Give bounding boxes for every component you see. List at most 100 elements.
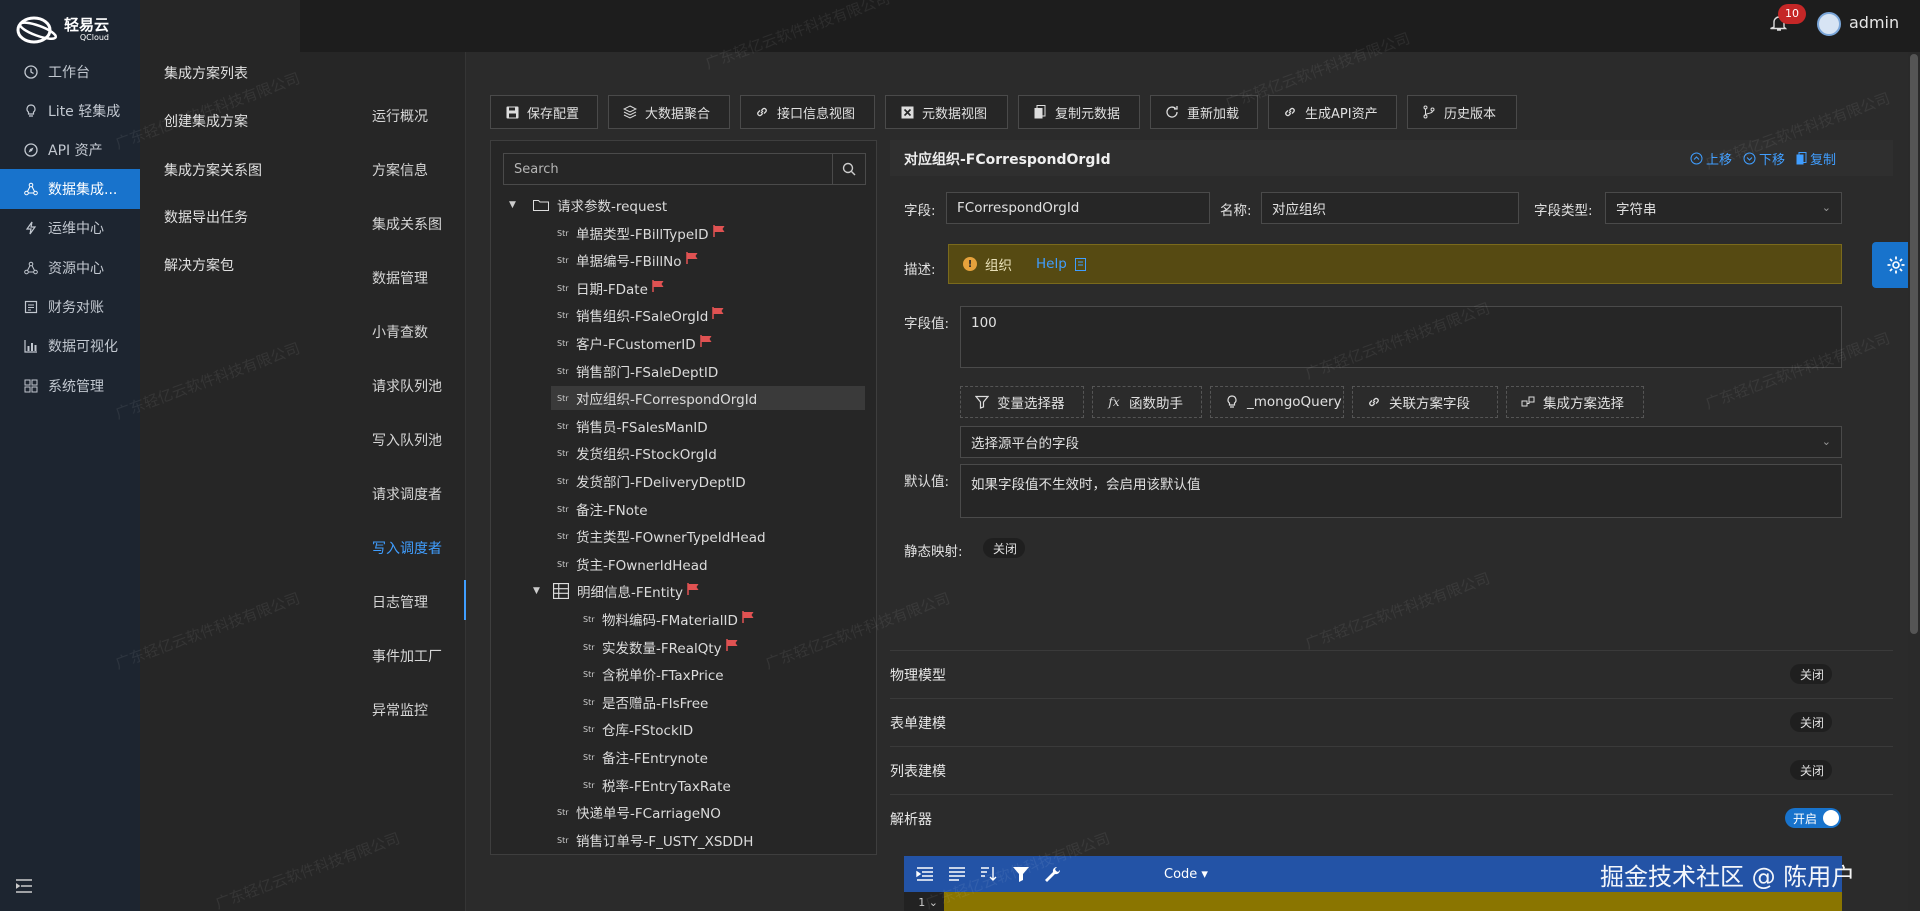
nav-item-8[interactable]: 系统管理	[0, 366, 140, 406]
tree-node[interactable]: Str 实发数量-FRealQty	[583, 635, 739, 659]
tree-node[interactable]: Str 货主-FOwnerIdHead	[557, 552, 708, 576]
scheme-tab-11[interactable]: 异常监控	[372, 700, 428, 720]
nav-item-0[interactable]: 工作台	[0, 52, 140, 92]
filter-icon[interactable]	[1012, 866, 1030, 882]
submenu-item-4[interactable]: 解决方案包	[164, 255, 234, 275]
default-value-textarea[interactable]: 如果字段值不生效时，会启用该默认值	[960, 464, 1842, 518]
toolbar-button-2[interactable]: 接口信息视图	[740, 95, 875, 129]
tree-node[interactable]: Str 发货部门-FDeliveryDeptID	[557, 469, 746, 493]
tree-node[interactable]: Str 销售订单号-F_USTY_XSDDH	[557, 828, 753, 852]
section-toggle[interactable]: 关闭	[1790, 712, 1833, 732]
nav-item-7[interactable]: 数据可视化	[0, 326, 140, 366]
tree-node[interactable]: Str 快递单号-FCarriageNO	[557, 800, 721, 824]
tree-node[interactable]: Str 对应组织-FCorrespondOrgId	[551, 386, 865, 410]
submenu-item-0[interactable]: 集成方案列表	[164, 63, 248, 83]
nav-item-1[interactable]: Lite 轻集成	[0, 91, 140, 131]
toolbar-button-4[interactable]: 复制元数据	[1018, 95, 1140, 129]
submenu-item-3[interactable]: 数据导出任务	[164, 207, 248, 227]
scheme-tab-4[interactable]: 小青查数	[372, 322, 428, 342]
static-map-toggle[interactable]: 关闭	[983, 538, 1026, 558]
tree-node[interactable]: Str 备注-FEntrynote	[583, 745, 708, 769]
nav-item-3[interactable]: 数据集成...	[0, 169, 140, 209]
copy-button[interactable]: 复制	[1796, 149, 1836, 168]
tree-node[interactable]: Str 客户-FCustomerID	[557, 331, 713, 355]
toolbar-button-1[interactable]: 大数据聚合	[608, 95, 730, 129]
tree-node[interactable]: Str 发货组织-FStockOrgId	[557, 441, 717, 465]
help-link[interactable]: Help	[1036, 256, 1067, 272]
type-select[interactable]: 字符串 ⌄	[1605, 192, 1842, 224]
wrench-icon[interactable]	[1044, 866, 1062, 882]
nav-item-2[interactable]: API 资产	[0, 130, 140, 170]
field-detail-panel: 对应组织-FCorrespondOrgId 上移 下移 复制 字段: FCorr…	[890, 140, 1893, 911]
tree-node[interactable]: Str 含税单价-FTaxPrice	[583, 662, 724, 686]
align-icon[interactable]	[948, 866, 966, 882]
section-toggle[interactable]: 关闭	[1790, 664, 1833, 684]
submenu-item-2[interactable]: 集成方案关系图	[164, 160, 262, 180]
helper-chip-0[interactable]: 变量选择器	[960, 386, 1084, 418]
scheme-tab-5[interactable]: 请求队列池	[372, 376, 442, 396]
scheme-tab-3[interactable]: 数据管理	[372, 268, 428, 288]
scheme-tab-10[interactable]: 事件加工厂	[372, 646, 442, 666]
collapse-menu-icon[interactable]	[16, 879, 32, 893]
avatar[interactable]	[1817, 12, 1841, 36]
section-0[interactable]: 物理模型 关闭	[890, 650, 1893, 696]
scheme-tab-2[interactable]: 集成关系图	[372, 214, 442, 234]
tree-node[interactable]: Str 货主类型-FOwnerTypeIdHead	[557, 524, 766, 548]
tree-node[interactable]: Str 日期-FDate	[557, 276, 665, 300]
tree-node[interactable]: Str 单据编号-FBillNo	[557, 248, 699, 272]
field-value-textarea[interactable]: 100	[960, 306, 1842, 368]
toolbar-button-7[interactable]: 历史版本	[1407, 95, 1517, 129]
nav-item-4[interactable]: 运维中心	[0, 208, 140, 248]
tree-search-input[interactable]	[503, 153, 833, 185]
tree-node[interactable]: Str 是否赠品-FIsFree	[583, 690, 708, 714]
move-up-button[interactable]: 上移	[1690, 149, 1732, 168]
tree-node[interactable]: Str 税率-FEntryTaxRate	[583, 773, 731, 797]
submenu-item-1[interactable]: 创建集成方案	[164, 111, 248, 131]
tree-node[interactable]: Str 仓库-FStockID	[583, 717, 693, 741]
toolbar-button-5[interactable]: 重新加载	[1150, 95, 1258, 129]
scheme-menu: 运行概况方案信息集成关系图数据管理小青查数请求队列池写入队列池请求调度者写入调度…	[300, 52, 466, 911]
editor-mode-select[interactable]: Code ▾	[1164, 867, 1208, 882]
tree-node-entity[interactable]: ▼ 明细信息-FEntity	[533, 579, 700, 603]
tree-node[interactable]: Str 销售组织-FSaleOrgId	[557, 303, 725, 327]
scheme-tab-8[interactable]: 写入调度者	[372, 538, 442, 558]
toolbar-button-0[interactable]: 保存配置	[490, 95, 598, 129]
toolbar-button-6[interactable]: 生成API资产	[1268, 95, 1397, 129]
section-toggle[interactable]: 关闭	[1790, 760, 1833, 780]
toolbar-button-3[interactable]: 元数据视图	[885, 95, 1008, 129]
tree-node[interactable]: Str 单据类型-FBillTypeID	[557, 221, 726, 245]
scheme-tab-6[interactable]: 写入队列池	[372, 430, 442, 450]
nav-item-5[interactable]: 资源中心	[0, 248, 140, 288]
editor-highlight-line[interactable]	[904, 892, 1842, 911]
helper-chip-1[interactable]: fx 函数助手	[1092, 386, 1202, 418]
helper-chip-2[interactable]: _mongoQuery	[1210, 386, 1344, 418]
section-3[interactable]: 解析器 开启	[890, 794, 1893, 840]
tree-node[interactable]: Str 物料编码-FMaterialID	[583, 607, 755, 631]
search-button[interactable]	[832, 153, 866, 185]
default-value-placeholder: 如果字段值不生效时，会启用该默认值	[971, 477, 1201, 493]
tree-node-root[interactable]: ▼ 请求参数-request	[509, 193, 667, 217]
sort-icon[interactable]	[980, 866, 998, 882]
section-toggle[interactable]: 开启	[1785, 808, 1842, 828]
indent-icon[interactable]	[916, 866, 934, 882]
scheme-tab-1[interactable]: 方案信息	[372, 160, 428, 180]
move-down-button[interactable]: 下移	[1743, 149, 1785, 168]
tree-node[interactable]: Str 销售员-FSalesManID	[557, 414, 708, 438]
source-field-select[interactable]: 选择源平台的字段 ⌄	[960, 426, 1842, 458]
section-2[interactable]: 列表建模 关闭	[890, 746, 1893, 792]
compass-icon	[24, 143, 38, 157]
tree-node[interactable]: Str 销售部门-FSaleDeptID	[557, 359, 718, 383]
nav-item-6[interactable]: 财务对账	[0, 287, 140, 327]
helper-chip-4[interactable]: 集成方案选择	[1506, 386, 1644, 418]
scheme-tab-9[interactable]: 日志管理	[372, 592, 428, 612]
username[interactable]: admin	[1849, 13, 1899, 32]
brand-logo[interactable]: 轻易云 QCloud	[14, 14, 109, 46]
helper-chip-3[interactable]: 关联方案字段	[1352, 386, 1498, 418]
name-input[interactable]: 对应组织	[1261, 192, 1519, 224]
scheme-tab-0[interactable]: 运行概况	[372, 106, 428, 126]
field-input[interactable]: FCorrespondOrgId	[946, 192, 1210, 224]
scheme-tab-7[interactable]: 请求调度者	[372, 484, 442, 504]
tree-node[interactable]: Str 备注-FNote	[557, 497, 648, 521]
scrollbar-thumb[interactable]	[1910, 54, 1918, 634]
section-1[interactable]: 表单建模 关闭	[890, 698, 1893, 744]
